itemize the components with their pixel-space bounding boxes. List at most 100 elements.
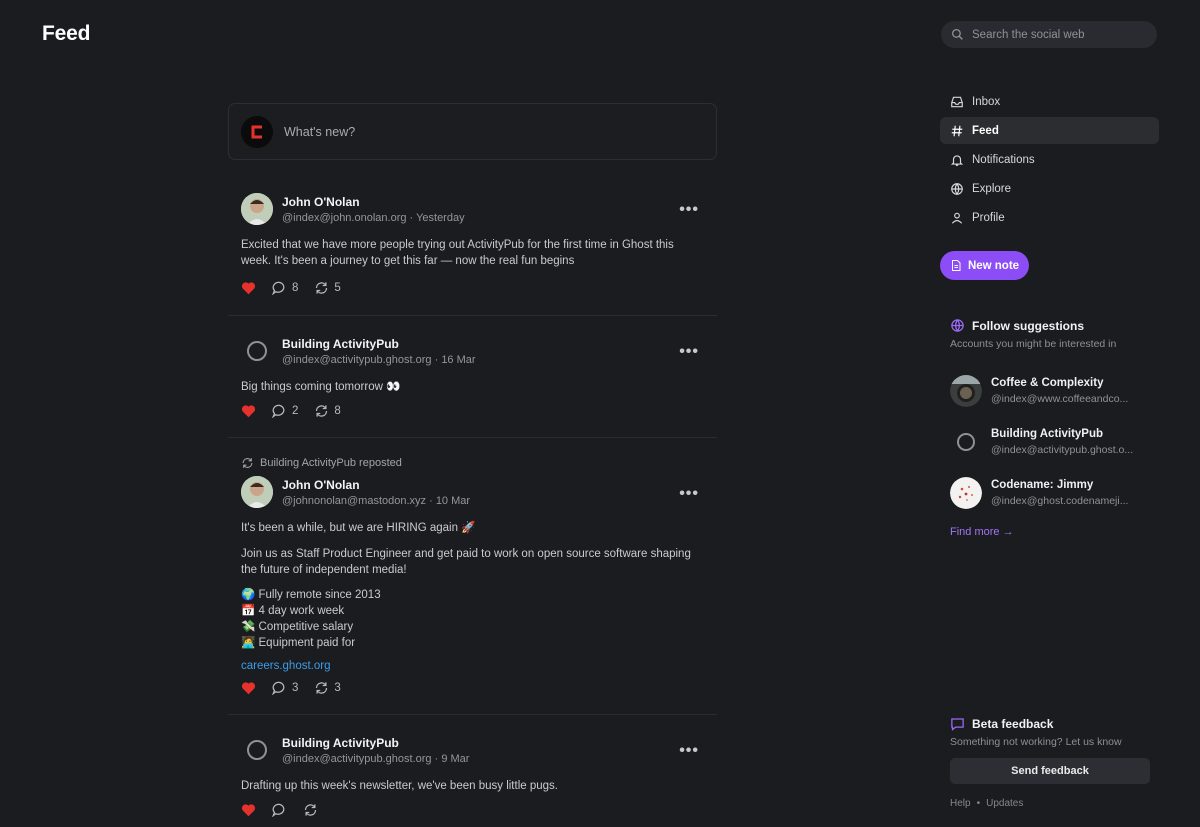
post[interactable]: John O'Nolan @index@john.onolan.org · Ye… [228,160,717,316]
post-body: Big things coming tomorrow 👀 [241,381,401,393]
post[interactable]: Building ActivityPub @index@activitypub.… [228,715,717,827]
globe-icon [951,182,963,195]
post-author[interactable]: Building ActivityPub [282,736,469,750]
more-options-icon[interactable]: ••• [679,344,699,360]
help-link[interactable]: Help [950,798,971,809]
send-feedback-button[interactable]: Send feedback [950,758,1150,784]
ghost-logo-icon [251,125,262,138]
composer[interactable]: What's new? [228,103,717,160]
author-avatar[interactable] [241,476,273,508]
more-options-icon[interactable]: ••• [679,743,699,759]
suggestion-name: Codename: Jimmy [991,478,1094,491]
bell-icon [950,154,964,166]
repost-icon [316,282,328,294]
post-body: 📅 4 day work week [241,605,345,617]
like-button[interactable] [241,803,256,817]
repost-button[interactable]: 3 [314,681,341,695]
new-note-button[interactable]: New note [940,251,1029,280]
sidebar-item-label: Explore [972,182,1011,195]
like-button[interactable] [241,681,256,695]
suggestion-name: Coffee & Complexity [991,376,1104,389]
beta-feedback: Beta feedback Something not working? Let… [950,717,1150,809]
footer-links: Help • Updates [950,798,1150,809]
repost-button[interactable]: 5 [314,281,341,295]
suggestion-avatar [950,426,982,458]
repost-note-text: Building ActivityPub reposted [260,457,402,469]
post-handle: @index@activitypub.ghost.org [282,353,432,366]
sidebar-item-notifications[interactable]: Notifications [940,146,1159,173]
repost-icon [242,458,253,468]
like-button[interactable] [241,404,256,418]
sidebar-item-feed[interactable]: Feed [940,117,1159,144]
repost-icon [316,405,328,417]
sidebar-item-inbox[interactable]: Inbox [940,88,1159,115]
reply-count: 8 [292,282,299,294]
reply-count: 2 [292,405,299,417]
comment-icon [272,281,285,295]
reply-button[interactable]: 3 [272,681,298,695]
footer-separator: • [976,798,981,809]
reply-button[interactable]: 8 [272,281,298,295]
heart-icon [241,804,256,817]
post-body: It's been a while, but we are HIRING aga… [241,522,476,534]
suggestion-item[interactable]: Codename: Jimmy @index@ghost.codenameji.… [950,467,1155,518]
sidebar-item-profile[interactable]: Profile [940,204,1159,231]
reply-button[interactable] [272,803,287,817]
suggestion-item[interactable]: Coffee & Complexity @index@www.coffeeand… [950,365,1155,416]
updates-link[interactable]: Updates [986,798,1023,809]
suggestion-item[interactable]: Building ActivityPub @index@activitypub.… [950,416,1155,467]
post[interactable]: Building ActivityPub reposted John O'Nol… [228,438,717,715]
post-body: 🌍 Fully remote since 2013 [241,589,381,601]
suggestion-handle: @index@www.coffeeandco... [991,392,1129,405]
post-time: Yesterday [416,211,465,224]
post-link[interactable]: careers.ghost.org [241,660,704,672]
post-author[interactable]: John O'Nolan [282,478,470,492]
more-options-icon[interactable]: ••• [679,486,699,502]
post-time: 9 Mar [441,752,470,765]
search-input[interactable]: Search the social web [941,21,1157,48]
more-options-icon[interactable]: ••• [679,202,699,218]
comment-icon [272,803,285,817]
post-author[interactable]: Building ActivityPub [282,337,476,351]
author-avatar[interactable] [241,335,273,367]
composer-placeholder: What's new? [284,124,356,139]
heart-icon [241,405,256,418]
search-placeholder: Search the social web [972,28,1085,41]
author-avatar[interactable] [241,193,273,225]
post-author[interactable]: John O'Nolan [282,195,465,209]
composer-avatar [241,115,273,148]
sidebar-item-label: Notifications [972,153,1035,166]
reply-button[interactable]: 2 [272,404,298,418]
author-avatar[interactable] [241,734,273,766]
search-icon [951,28,963,40]
message-icon [951,718,964,731]
globe-icon [951,319,964,332]
hash-icon [951,125,963,136]
feedback-title: Beta feedback [972,717,1054,731]
suggestion-handle: @index@activitypub.ghost.o... [991,443,1134,456]
post-body: 🧑‍💻 Equipment paid for [241,637,356,649]
post-body: Excited that we have more people trying … [241,239,674,267]
post-handle: @johnonolan@mastodon.xyz [282,494,427,507]
repost-button[interactable]: 8 [314,404,341,418]
activitypub-logo-icon [247,341,267,361]
post[interactable]: Building ActivityPub @index@activitypub.… [228,316,717,438]
feedback-subtitle: Something not working? Let us know [950,736,1122,748]
sidebar-item-explore[interactable]: Explore [940,175,1159,202]
suggestions-title: Follow suggestions [972,318,1085,333]
suggestion-handle: @index@ghost.codenameji... [991,494,1129,507]
repost-count: 5 [334,282,341,294]
like-button[interactable] [241,281,256,295]
comment-icon [272,681,285,695]
repost-button[interactable] [303,803,318,817]
post-time: 10 Mar [435,494,471,507]
sidebar-item-label: Inbox [972,95,1001,108]
new-note-label: New note [967,259,1020,272]
page-title: Feed [42,22,91,45]
suggestion-name: Building ActivityPub [991,427,1104,440]
find-more-link[interactable]: Find more → [950,526,1155,538]
post-handle: @index@john.onolan.org [282,211,407,224]
sidebar-item-label: Profile [972,211,1005,224]
suggestion-avatar [950,476,982,509]
comment-icon [272,404,285,418]
